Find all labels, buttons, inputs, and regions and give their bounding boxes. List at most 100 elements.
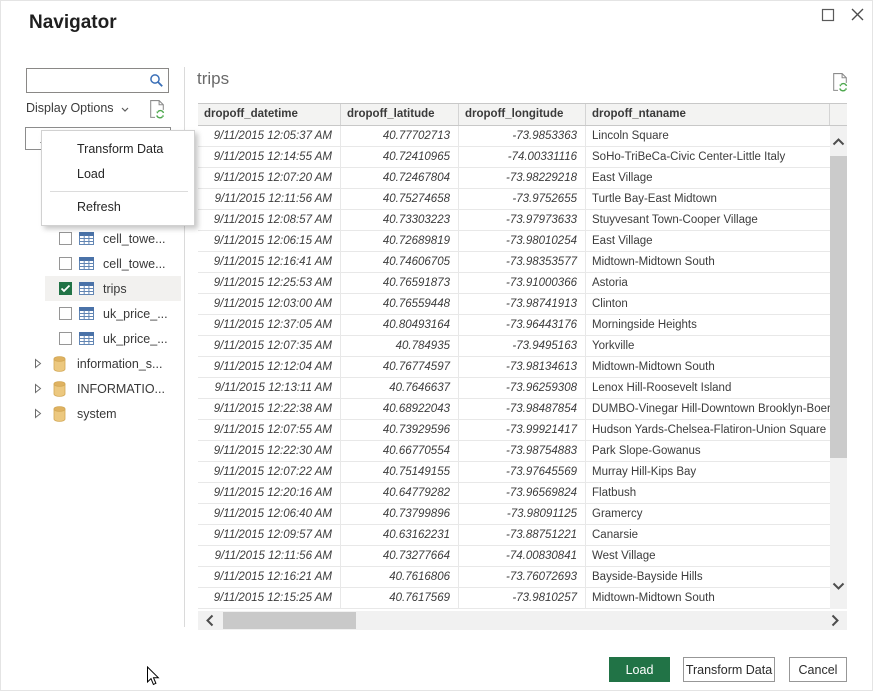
- tree-item-database[interactable]: INFORMATIO...: [25, 376, 183, 401]
- checkbox[interactable]: [59, 232, 72, 245]
- cell-dropoff-longitude: -73.98741913: [459, 294, 586, 314]
- table-row[interactable]: 9/11/2015 12:22:30 AM 40.66770554 -73.98…: [198, 441, 830, 462]
- checkbox[interactable]: [59, 282, 72, 295]
- refresh-navigator-icon[interactable]: [148, 99, 166, 125]
- table-row[interactable]: 9/11/2015 12:12:04 AM 40.76774597 -73.98…: [198, 357, 830, 378]
- scroll-up-icon[interactable]: [832, 133, 845, 151]
- checkbox[interactable]: [59, 257, 72, 270]
- cell-dropoff-datetime: 9/11/2015 12:16:21 AM: [198, 567, 341, 587]
- cell-dropoff-ntaname: West Village: [586, 546, 830, 566]
- preview-title: trips: [197, 69, 229, 89]
- cell-dropoff-datetime: 9/11/2015 12:13:11 AM: [198, 378, 341, 398]
- table-row[interactable]: 9/11/2015 12:07:35 AM 40.784935 -73.9495…: [198, 336, 830, 357]
- column-header[interactable]: dropoff_datetime: [198, 104, 341, 125]
- column-header[interactable]: dropoff_longitude: [459, 104, 586, 125]
- table-row[interactable]: 9/11/2015 12:09:57 AM 40.63162231 -73.88…: [198, 525, 830, 546]
- cell-dropoff-datetime: 9/11/2015 12:09:57 AM: [198, 525, 341, 545]
- chevron-right-icon[interactable]: [34, 358, 42, 369]
- cell-dropoff-datetime: 9/11/2015 12:15:25 AM: [198, 588, 341, 608]
- cancel-button[interactable]: Cancel: [789, 657, 847, 682]
- tree-item-table[interactable]: uk_price_...: [45, 326, 181, 351]
- maximize-button[interactable]: [821, 8, 835, 22]
- search-box[interactable]: [26, 68, 169, 93]
- cell-dropoff-longitude: -73.97645569: [459, 462, 586, 482]
- column-header[interactable]: dropoff_latitude: [341, 104, 459, 125]
- cell-dropoff-latitude: 40.66770554: [341, 441, 459, 461]
- horizontal-scrollbar[interactable]: [198, 611, 847, 630]
- table-row[interactable]: 9/11/2015 12:20:16 AM 40.64779282 -73.96…: [198, 483, 830, 504]
- cell-dropoff-longitude: -73.98091125: [459, 504, 586, 524]
- cell-dropoff-longitude: -73.98010254: [459, 231, 586, 251]
- menu-item-transform-data[interactable]: Transform Data: [42, 137, 194, 162]
- cell-dropoff-datetime: 9/11/2015 12:25:53 AM: [198, 273, 341, 293]
- table-row[interactable]: 9/11/2015 12:11:56 AM 40.75274658 -73.97…: [198, 189, 830, 210]
- cell-dropoff-latitude: 40.784935: [341, 336, 459, 356]
- tree-item-table[interactable]: cell_towe...: [45, 226, 181, 251]
- cell-dropoff-ntaname: Flatbush: [586, 483, 830, 503]
- table-row[interactable]: 9/11/2015 12:06:40 AM 40.73799896 -73.98…: [198, 504, 830, 525]
- tree-item-table[interactable]: uk_price_...: [45, 301, 181, 326]
- table-row[interactable]: 9/11/2015 12:07:55 AM 40.73929596 -73.99…: [198, 420, 830, 441]
- table-row[interactable]: 9/11/2015 12:14:55 AM 40.72410965 -74.00…: [198, 147, 830, 168]
- scroll-down-icon[interactable]: [832, 577, 845, 595]
- table-row[interactable]: 9/11/2015 12:37:05 AM 40.80493164 -73.96…: [198, 315, 830, 336]
- chevron-right-icon[interactable]: [34, 383, 42, 394]
- vertical-scrollbar[interactable]: [830, 126, 847, 609]
- scroll-left-icon[interactable]: [206, 614, 214, 632]
- table-row[interactable]: 9/11/2015 12:08:57 AM 40.73303223 -73.97…: [198, 210, 830, 231]
- table-row[interactable]: 9/11/2015 12:06:15 AM 40.72689819 -73.98…: [198, 231, 830, 252]
- cell-dropoff-latitude: 40.7646637: [341, 378, 459, 398]
- vertical-scroll-thumb[interactable]: [830, 156, 847, 458]
- cell-dropoff-latitude: 40.7617569: [341, 588, 459, 608]
- cell-dropoff-latitude: 40.73277664: [341, 546, 459, 566]
- tree-item-database[interactable]: system: [25, 401, 183, 426]
- tree-item-table[interactable]: cell_towe...: [45, 251, 181, 276]
- cell-dropoff-datetime: 9/11/2015 12:20:16 AM: [198, 483, 341, 503]
- load-button[interactable]: Load: [609, 657, 670, 682]
- column-header[interactable]: dropoff_ntaname: [586, 104, 830, 125]
- menu-item-load[interactable]: Load: [42, 162, 194, 187]
- cell-dropoff-datetime: 9/11/2015 12:07:35 AM: [198, 336, 341, 356]
- cell-dropoff-ntaname: Murray Hill-Kips Bay: [586, 462, 830, 482]
- table-row[interactable]: 9/11/2015 12:07:20 AM 40.72467804 -73.98…: [198, 168, 830, 189]
- table-row[interactable]: 9/11/2015 12:15:25 AM 40.7617569 -73.981…: [198, 588, 830, 609]
- transform-data-button[interactable]: Transform Data: [683, 657, 775, 682]
- chevron-down-icon: [121, 101, 129, 115]
- table-row[interactable]: 9/11/2015 12:13:11 AM 40.7646637 -73.962…: [198, 378, 830, 399]
- tree-item-table[interactable]: trips: [45, 276, 181, 301]
- cell-dropoff-ntaname: Stuyvesant Town-Cooper Village: [586, 210, 830, 230]
- table-row[interactable]: 9/11/2015 12:11:56 AM 40.73277664 -74.00…: [198, 546, 830, 567]
- check-icon: [60, 284, 71, 293]
- table-icon: [79, 282, 94, 295]
- tree-item-label: INFORMATIO...: [77, 382, 165, 396]
- search-icon[interactable]: [149, 73, 164, 88]
- menu-item-refresh[interactable]: Refresh: [42, 195, 194, 220]
- table-row[interactable]: 9/11/2015 12:07:22 AM 40.75149155 -73.97…: [198, 462, 830, 483]
- tree-item-label: system: [77, 407, 117, 421]
- search-input[interactable]: [27, 69, 149, 92]
- table-row[interactable]: 9/11/2015 12:16:21 AM 40.7616806 -73.760…: [198, 567, 830, 588]
- checkbox[interactable]: [59, 307, 72, 320]
- cell-dropoff-latitude: 40.75274658: [341, 189, 459, 209]
- cell-dropoff-ntaname: Clinton: [586, 294, 830, 314]
- table-row[interactable]: 9/11/2015 12:22:38 AM 40.68922043 -73.98…: [198, 399, 830, 420]
- tree-item-label: cell_towe...: [103, 232, 166, 246]
- scroll-right-icon[interactable]: [831, 614, 839, 632]
- display-options-dropdown[interactable]: Display Options: [26, 101, 129, 115]
- chevron-right-icon[interactable]: [34, 408, 42, 419]
- tree-item-database[interactable]: information_s...: [25, 351, 183, 376]
- cell-dropoff-longitude: -73.98487854: [459, 399, 586, 419]
- horizontal-scroll-thumb[interactable]: [223, 612, 356, 629]
- cell-dropoff-latitude: 40.76559448: [341, 294, 459, 314]
- checkbox[interactable]: [59, 332, 72, 345]
- refresh-preview-icon[interactable]: [831, 72, 849, 98]
- table-row[interactable]: 9/11/2015 12:03:00 AM 40.76559448 -73.98…: [198, 294, 830, 315]
- table-row[interactable]: 9/11/2015 12:25:53 AM 40.76591873 -73.91…: [198, 273, 830, 294]
- close-button[interactable]: [850, 7, 866, 23]
- cell-dropoff-ntaname: East Village: [586, 168, 830, 188]
- table-row[interactable]: 9/11/2015 12:16:41 AM 40.74606705 -73.98…: [198, 252, 830, 273]
- cell-dropoff-datetime: 9/11/2015 12:14:55 AM: [198, 147, 341, 167]
- nav-tree: cell_towe... cell_towe...: [25, 201, 183, 426]
- table-row[interactable]: 9/11/2015 12:05:37 AM 40.77702713 -73.98…: [198, 126, 830, 147]
- cell-dropoff-latitude: 40.72410965: [341, 147, 459, 167]
